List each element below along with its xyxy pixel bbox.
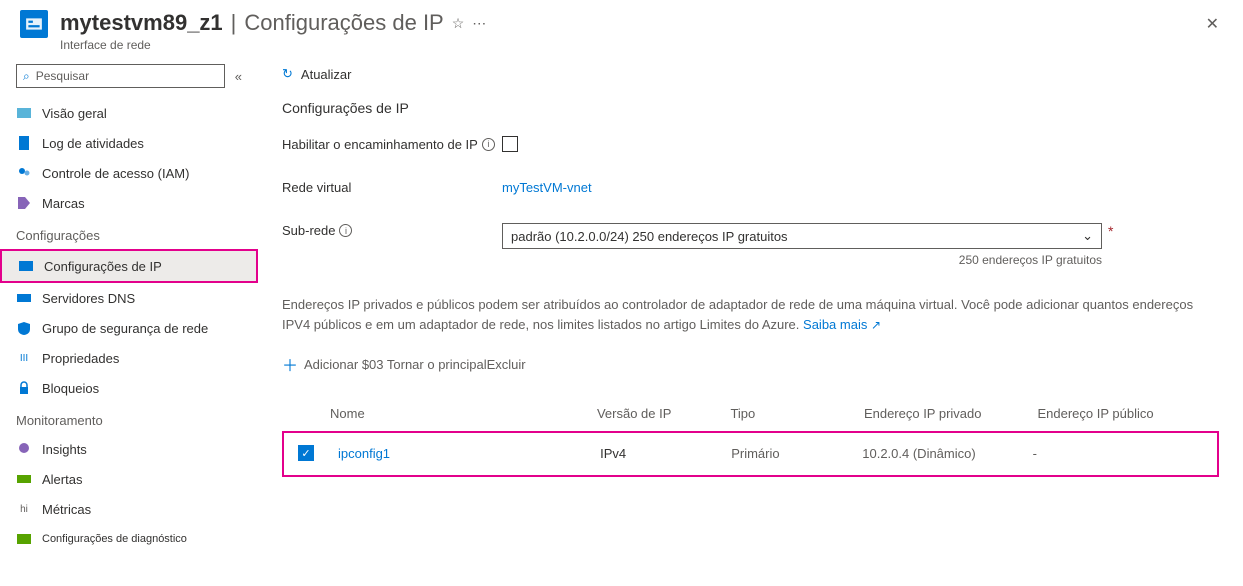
dns-icon xyxy=(16,290,32,306)
sidebar-item-ip-config[interactable]: Configurações de IP xyxy=(0,249,258,283)
sidebar-item-metrics[interactable]: hi Métricas xyxy=(0,494,258,524)
sidebar-item-locks[interactable]: Bloqueios xyxy=(0,373,258,403)
resource-icon xyxy=(20,10,48,38)
col-private: Endereço IP privado xyxy=(864,406,1038,421)
col-version: Versão de IP xyxy=(597,406,730,421)
table-header: Nome Versão de IP Tipo Endereço IP priva… xyxy=(282,396,1219,431)
ip-forwarding-checkbox[interactable] xyxy=(502,136,518,152)
sidebar-item-label: Métricas xyxy=(42,502,91,517)
sidebar-item-alerts[interactable]: Alertas xyxy=(0,464,258,494)
external-link-icon: ↗ xyxy=(871,318,881,332)
sidebar-item-insights[interactable]: Insights xyxy=(0,434,258,464)
properties-icon: III xyxy=(16,350,32,366)
refresh-icon: ↻ xyxy=(282,66,293,82)
sidebar-section-settings: Configurações xyxy=(0,218,258,249)
shield-icon xyxy=(16,320,32,336)
ipconfig-name-link[interactable]: ipconfig1 xyxy=(338,446,600,461)
ipconfig-public: - xyxy=(1033,446,1203,461)
plus-icon: ＋ xyxy=(282,352,298,376)
collapse-sidebar-icon[interactable]: « xyxy=(235,69,242,84)
sidebar-item-label: Visão geral xyxy=(42,106,107,121)
col-type: Tipo xyxy=(730,406,863,421)
sidebar-section-monitoring: Monitoramento xyxy=(0,403,258,434)
subnet-dropdown[interactable]: padrão (10.2.0.0/24) 250 endereços IP gr… xyxy=(502,223,1102,249)
tag-icon xyxy=(16,195,32,211)
sidebar-item-label: Servidores DNS xyxy=(42,291,135,306)
lock-icon xyxy=(16,380,32,396)
sidebar-search[interactable]: ⌕ xyxy=(16,64,225,88)
sidebar-item-label: Propriedades xyxy=(42,351,119,366)
sidebar-item-diag[interactable]: Configurações de diagnóstico xyxy=(0,524,258,554)
section-title: Configurações de IP xyxy=(282,100,1219,116)
chevron-down-icon: ⌄ xyxy=(1082,228,1093,244)
more-menu-icon[interactable]: ⋯ xyxy=(472,15,486,32)
diag-icon xyxy=(16,531,32,547)
info-icon[interactable]: i xyxy=(482,138,495,151)
sidebar-item-nsg[interactable]: Grupo de segurança de rede xyxy=(0,313,258,343)
sidebar-item-label: Grupo de segurança de rede xyxy=(42,321,208,336)
refresh-button[interactable]: ↻ Atualizar xyxy=(282,66,351,82)
ip-config-icon xyxy=(18,258,34,274)
add-button[interactable]: ＋ Adicionar $03 Tornar o principalExclui… xyxy=(282,352,526,376)
log-icon xyxy=(16,135,32,151)
ip-forwarding-label: Habilitar o encaminhamento de IP xyxy=(282,137,478,152)
vnet-link[interactable]: myTestVM-vnet xyxy=(502,180,592,195)
blade-separator: | xyxy=(231,10,237,36)
subnet-label: Sub-rede xyxy=(282,223,335,238)
resource-type-subtitle: Interface de rede xyxy=(60,38,1202,52)
vnet-label: Rede virtual xyxy=(282,180,351,195)
sidebar-item-dns[interactable]: Servidores DNS xyxy=(0,283,258,313)
subnet-hint: 250 endereços IP gratuitos xyxy=(502,253,1102,267)
sidebar-item-label: Configurações de diagnóstico xyxy=(42,533,187,545)
sidebar-item-properties[interactable]: III Propriedades xyxy=(0,343,258,373)
ipconfig-version: IPv4 xyxy=(600,446,731,461)
sidebar-item-label: Marcas xyxy=(42,196,85,211)
sidebar-item-activity-log[interactable]: Log de atividades xyxy=(0,128,258,158)
close-button[interactable]: ✕ xyxy=(1202,10,1223,38)
sidebar-item-label: Insights xyxy=(42,442,87,457)
learn-more-link[interactable]: Saiba mais xyxy=(803,317,867,332)
sidebar-item-tags[interactable]: Marcas xyxy=(0,188,258,218)
col-name: Nome xyxy=(330,406,597,421)
subnet-value: padrão (10.2.0.0/24) 250 endereços IP gr… xyxy=(511,229,788,244)
overview-icon xyxy=(16,105,32,121)
col-public: Endereço IP público xyxy=(1037,406,1211,421)
info-icon[interactable]: i xyxy=(339,224,352,237)
sidebar-item-label: Configurações de IP xyxy=(44,259,162,274)
bulb-icon xyxy=(16,441,32,457)
sidebar-item-label: Log de atividades xyxy=(42,136,144,151)
blade-title: Configurações de IP xyxy=(244,10,443,36)
favorite-star-icon[interactable]: ☆ xyxy=(452,15,465,32)
action-line: Adicionar $03 Tornar o principalExcluir xyxy=(304,357,526,372)
sidebar-item-label: Controle de acesso (IAM) xyxy=(42,166,189,181)
metrics-icon: hi xyxy=(16,501,32,517)
ipconfig-private: 10.2.0.4 (Dinâmico) xyxy=(862,446,1032,461)
sidebar-item-label: Alertas xyxy=(42,472,82,487)
description-text: Endereços IP privados e públicos podem s… xyxy=(282,295,1219,334)
alert-icon xyxy=(16,471,32,487)
search-icon: ⌕ xyxy=(23,69,30,84)
sidebar-item-iam[interactable]: Controle de acesso (IAM) xyxy=(0,158,258,188)
sidebar-item-label: Bloqueios xyxy=(42,381,99,396)
resource-name: mytestvm89_z1 xyxy=(60,10,223,36)
required-indicator: * xyxy=(1108,223,1113,239)
sidebar-item-overview[interactable]: Visão geral xyxy=(0,98,258,128)
search-input[interactable] xyxy=(36,69,218,83)
table-row[interactable]: ✓ ipconfig1 IPv4 Primário 10.2.0.4 (Dinâ… xyxy=(290,435,1211,471)
people-icon xyxy=(16,165,32,181)
ipconfig-type: Primário xyxy=(731,446,862,461)
row-checkbox[interactable]: ✓ xyxy=(298,445,314,461)
refresh-label: Atualizar xyxy=(301,67,352,82)
